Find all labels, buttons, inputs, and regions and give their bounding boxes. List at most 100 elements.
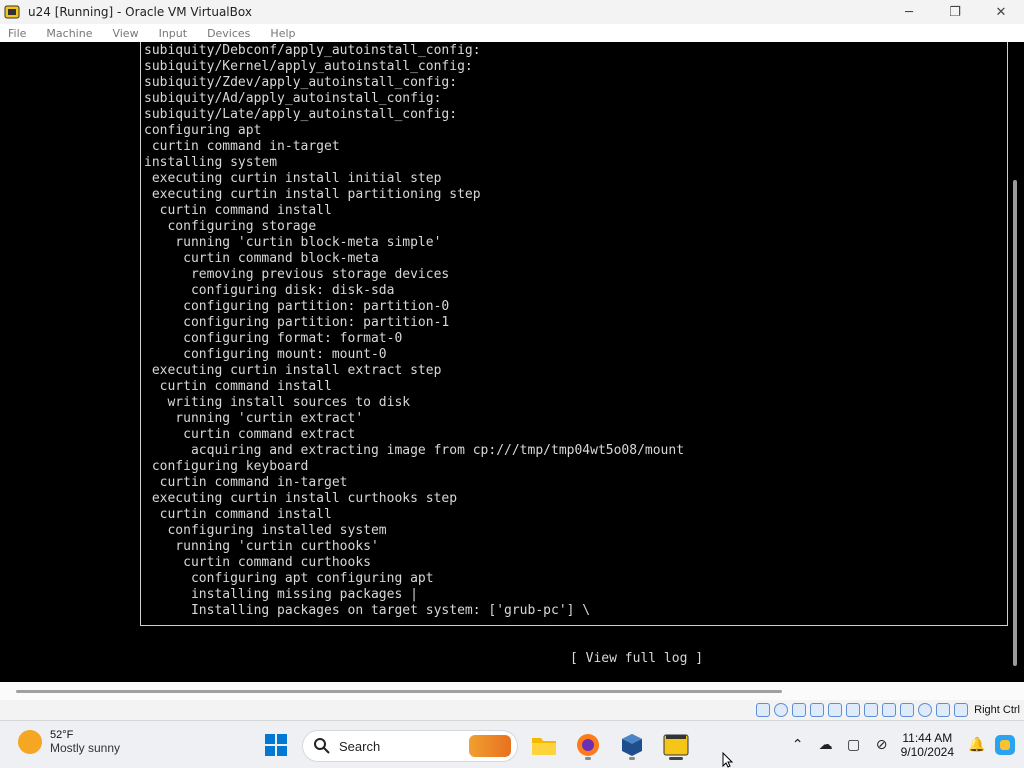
- optical-drive-icon[interactable]: [774, 703, 789, 717]
- terminal-line: configuring disk: disk-sda: [144, 283, 395, 298]
- view-full-log-button[interactable]: [ View full log ]: [570, 651, 703, 666]
- terminal-line: configuring apt configuring apt: [144, 571, 434, 586]
- system-tray: ⌃ ☁ ▢ ⊘ 11:44 AM 9/10/2024 🔔: [781, 721, 1024, 768]
- terminal-line: subiquity/Debconf/apply_autoinstall_conf…: [144, 43, 481, 58]
- usb-icon[interactable]: [828, 703, 843, 717]
- network-tray-icon[interactable]: ⊘: [871, 734, 893, 756]
- terminal-line: removing previous storage devices: [144, 267, 450, 282]
- menu-view[interactable]: View: [112, 27, 138, 40]
- bell-icon[interactable]: 🔔: [966, 734, 988, 756]
- taskbar-firefox[interactable]: [572, 729, 604, 761]
- taskbar-search[interactable]: Search: [302, 730, 518, 762]
- cloud-offline-icon[interactable]: ☁: [815, 734, 837, 756]
- shared-folders-icon[interactable]: [846, 703, 861, 717]
- virtualbox-app-icon: [4, 5, 20, 19]
- terminal-line: configuring storage: [144, 219, 317, 234]
- terminal-line: executing curtin install partitioning st…: [144, 187, 481, 202]
- terminal-line: executing curtin install initial step: [144, 171, 442, 186]
- vertical-scrollbar-thumb[interactable]: [1013, 180, 1017, 666]
- maximize-button[interactable]: ❐: [932, 0, 978, 24]
- menu-file[interactable]: File: [8, 27, 26, 40]
- taskbar-vm-window[interactable]: [660, 729, 692, 761]
- menubar: File Machine View Input Devices Help: [0, 24, 1024, 42]
- close-button[interactable]: ✕: [978, 0, 1024, 24]
- terminal-line: configuring installed system: [144, 523, 387, 538]
- terminal-line: running 'curtin extract': [144, 411, 364, 426]
- folder-icon: [532, 738, 556, 755]
- menu-devices[interactable]: Devices: [207, 27, 250, 40]
- terminal-line: configuring partition: partition-1: [144, 315, 450, 330]
- horizontal-scrollbar[interactable]: [0, 682, 1024, 700]
- sun-weather-icon: [18, 730, 42, 754]
- windows-logo-icon: [265, 734, 287, 756]
- weather-temperature: 52°F: [50, 729, 74, 741]
- terminal-line: curtin command block-meta: [144, 251, 379, 266]
- terminal-line: installing system: [144, 155, 278, 170]
- terminal-line: curtin command install: [144, 379, 332, 394]
- virtualbox-cube-icon: [622, 734, 642, 756]
- terminal-line: writing install sources to disk: [144, 395, 411, 410]
- terminal-line: curtin command in-target: [144, 475, 348, 490]
- terminal-line: subiquity/Ad/apply_autoinstall_config:: [144, 91, 442, 106]
- weather-widget[interactable]: 52°F Mostly sunny: [18, 729, 120, 755]
- terminal-line: configuring partition: partition-0: [144, 299, 450, 314]
- terminal-line: installing missing packages |: [144, 587, 418, 602]
- terminal-line: curtin command in-target: [144, 139, 340, 154]
- terminal-line: subiquity/Kernel/apply_autoinstall_confi…: [144, 59, 473, 74]
- windows-taskbar: 52°F Mostly sunny Search ⌃ ☁ ▢ ⊘ 11:44 A…: [0, 720, 1024, 768]
- recording-icon[interactable]: [882, 703, 897, 717]
- vm-window-icon: [663, 734, 689, 756]
- terminal-line: configuring apt: [144, 123, 262, 138]
- taskbar-virtualbox[interactable]: [616, 729, 648, 761]
- minimize-button[interactable]: ─: [886, 0, 932, 24]
- terminal-line: running 'curtin block-meta simple': [144, 235, 442, 250]
- copilot-icon[interactable]: [994, 734, 1016, 756]
- hard-disk-icon[interactable]: [756, 703, 771, 717]
- firefox-icon: [577, 734, 599, 756]
- terminal-line: subiquity/Late/apply_autoinstall_config:: [144, 107, 458, 122]
- host-key-label: Right Ctrl: [974, 704, 1020, 716]
- start-button[interactable]: [260, 729, 292, 761]
- terminal-line: subiquity/Zdev/apply_autoinstall_config:: [144, 75, 458, 90]
- weather-description: Mostly sunny: [50, 741, 121, 755]
- terminal-line: executing curtin install extract step: [144, 363, 442, 378]
- clock-date: 9/10/2024: [900, 745, 954, 759]
- audio-icon[interactable]: [792, 703, 807, 717]
- terminal-line: curtin command install: [144, 203, 332, 218]
- terminal-line: curtin command install: [144, 507, 332, 522]
- horizontal-scrollbar-thumb[interactable]: [16, 690, 782, 693]
- clock-time: 11:44 AM: [902, 731, 953, 745]
- mouse-integration-icon[interactable]: [918, 703, 933, 717]
- terminal-line: acquiring and extracting image from cp:/…: [144, 443, 685, 458]
- menu-help[interactable]: Help: [270, 27, 295, 40]
- vm-statusbar: Right Ctrl: [0, 700, 1024, 720]
- display-icon[interactable]: [864, 703, 879, 717]
- cpu-icon[interactable]: [900, 703, 915, 717]
- clock[interactable]: 11:44 AM 9/10/2024: [901, 731, 954, 759]
- search-label: Search: [339, 738, 381, 754]
- mouse-cursor-icon: [722, 752, 734, 768]
- terminal-line: running 'curtin curthooks': [144, 539, 379, 554]
- menu-input[interactable]: Input: [159, 27, 187, 40]
- taskbar-file-explorer[interactable]: [528, 729, 560, 761]
- search-highlight-icon: [469, 735, 511, 757]
- search-icon: [314, 738, 330, 754]
- window-titlebar: u24 [Running] - Oracle VM VirtualBox ─ ❐…: [0, 0, 1024, 24]
- terminal-log: subiquity/Debconf/apply_autoinstall_conf…: [144, 43, 1004, 619]
- display-tray-icon[interactable]: ▢: [843, 734, 865, 756]
- network-icon[interactable]: [810, 703, 825, 717]
- terminal-line: configuring mount: mount-0: [144, 347, 387, 362]
- menu-machine[interactable]: Machine: [46, 27, 92, 40]
- terminal-line: Installing packages on target system: ['…: [144, 603, 591, 618]
- terminal-line: curtin command curthooks: [144, 555, 371, 570]
- window-title: u24 [Running] - Oracle VM VirtualBox: [28, 5, 252, 19]
- keyboard-capture-icon[interactable]: [936, 703, 951, 717]
- chevron-up-icon[interactable]: ⌃: [787, 734, 809, 756]
- terminal-line: configuring keyboard: [144, 459, 309, 474]
- terminal-line: curtin command extract: [144, 427, 356, 442]
- terminal-line: executing curtin install curthooks step: [144, 491, 458, 506]
- host-key-arrow-icon[interactable]: [954, 703, 969, 717]
- vertical-scrollbar[interactable]: [1008, 42, 1024, 682]
- terminal-line: configuring format: format-0: [144, 331, 403, 346]
- vm-display[interactable]: subiquity/Debconf/apply_autoinstall_conf…: [0, 42, 1024, 682]
